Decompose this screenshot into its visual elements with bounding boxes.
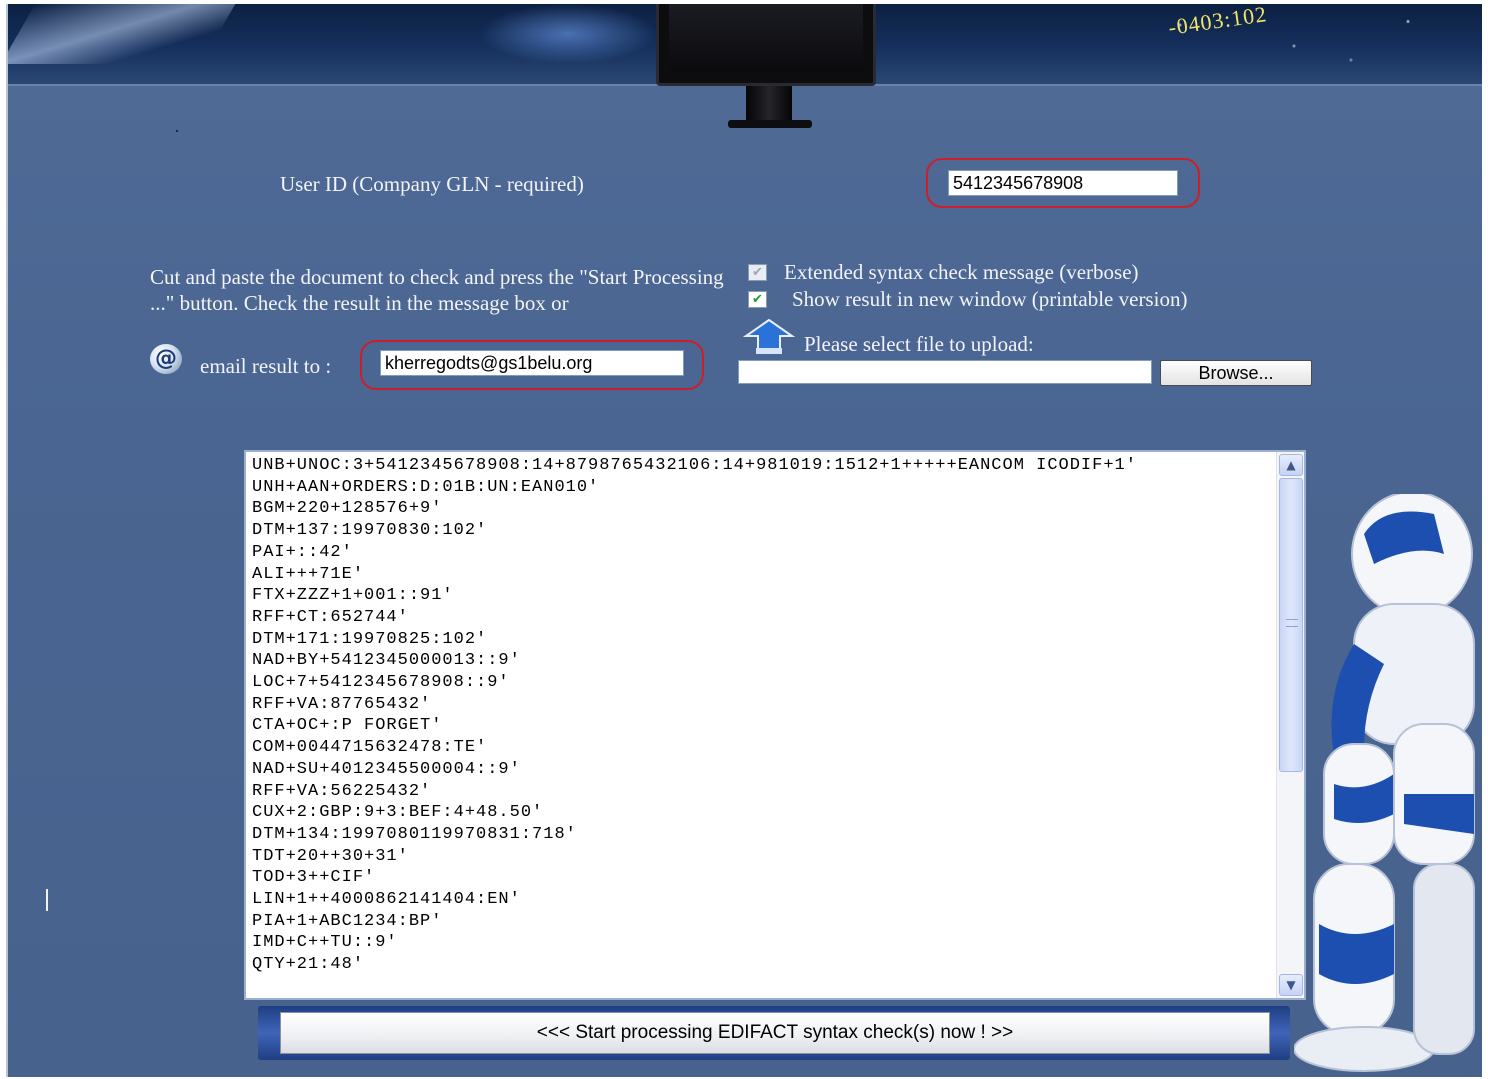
start-processing-button[interactable]: <<< Start processing EDIFACT syntax chec…: [280, 1012, 1270, 1054]
verbose-checkbox[interactable]: ✔: [748, 264, 767, 281]
new-window-checkbox[interactable]: ✔: [748, 291, 767, 308]
speck: [176, 130, 178, 132]
user-id-label: User ID (Company GLN - required): [280, 172, 584, 196]
file-path-input[interactable]: [738, 360, 1152, 384]
document-text[interactable]: UNB+UNOC:3+5412345678908:14+879876543210…: [246, 452, 1276, 998]
email-label: email result to :: [200, 354, 332, 378]
user-id-input[interactable]: 5412345678908: [948, 170, 1178, 196]
browse-button[interactable]: Browse...: [1160, 360, 1312, 386]
document-textarea[interactable]: UNB+UNOC:3+5412345678908:14+879876543210…: [244, 450, 1306, 1000]
email-input[interactable]: kherregodts@gs1belu.org: [380, 350, 684, 376]
at-sign-icon: @: [150, 344, 182, 374]
verbose-label: Extended syntax check message (verbose): [784, 260, 1139, 284]
banner-stars: [1104, 4, 1482, 74]
upload-label: Please select file to upload:: [804, 332, 1034, 356]
banner-swoosh: [8, 4, 236, 64]
page: -0403:102 User ID (Company GLN - require…: [6, 4, 1482, 1077]
banner-glow: [478, 4, 658, 64]
instructions-text: Cut and paste the document to check and …: [150, 265, 724, 315]
upload-arrow-icon: [742, 318, 796, 354]
robot-illustration: [1294, 494, 1475, 1072]
monitor-image: [656, 4, 876, 86]
scroll-up-icon[interactable]: ▲: [1279, 454, 1303, 476]
new-window-label: Show result in new window (printable ver…: [792, 287, 1188, 311]
cursor-mark: [46, 889, 48, 911]
monitor-base: [728, 120, 812, 128]
